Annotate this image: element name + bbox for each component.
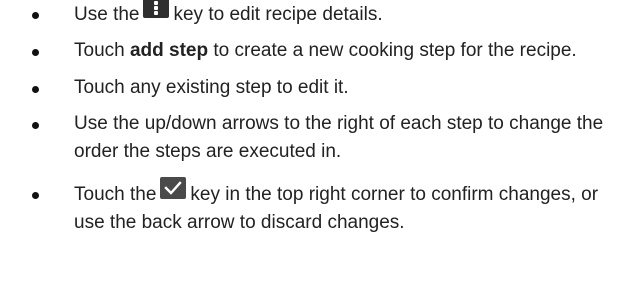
item-4-text: Use the up/down arrows to the right of e…	[74, 113, 604, 162]
item-5-text-before: Touch the	[74, 184, 157, 205]
item-2-text-after: to create a new cooking step for the rec…	[213, 40, 577, 61]
item-1-text-before: Use the	[74, 4, 140, 25]
list-item-reorder-steps: Use the up/down arrows to the right of e…	[0, 102, 634, 166]
bullet-icon	[32, 49, 39, 56]
bullet-icon	[32, 12, 39, 19]
list-item-confirm-changes: Touch the key in the top right corner to …	[0, 166, 634, 237]
bullet-icon	[32, 122, 39, 129]
menu-key-icon	[143, 0, 170, 18]
list-item-edit-details: Use the key to edit recipe details.	[0, 0, 634, 29]
item-1-text-after: key to edit recipe details.	[173, 4, 383, 25]
list-item-edit-step: Touch any existing step to edit it.	[0, 65, 634, 102]
checkmark-key-icon	[160, 177, 187, 199]
item-2-text-before: Touch	[74, 40, 125, 61]
help-document: Use the key to edit recipe details. Touch…	[0, 0, 634, 290]
item-3-text: Touch any existing step to edit it.	[74, 77, 349, 98]
instructions-list: Use the key to edit recipe details. Touch…	[0, 0, 634, 237]
list-item-add-step: Touch add step to create a new cooking s…	[0, 29, 634, 65]
add-step-label: add step	[129, 40, 209, 61]
bullet-icon	[32, 86, 39, 93]
bullet-icon	[32, 192, 39, 199]
